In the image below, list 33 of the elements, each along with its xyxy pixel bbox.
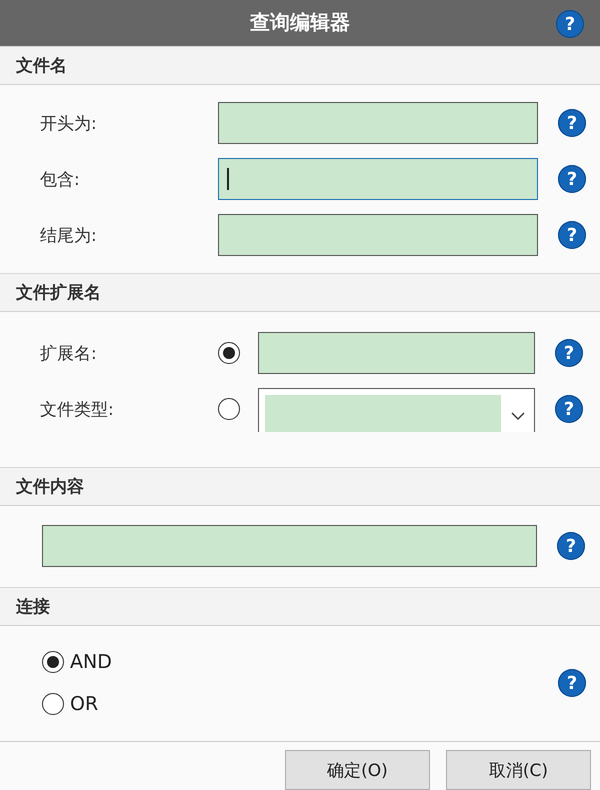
help-icon[interactable]: ? <box>558 221 586 250</box>
help-icon[interactable]: ? <box>558 165 586 194</box>
radio-option[interactable]: OR <box>42 693 544 716</box>
input-field[interactable] <box>218 158 538 200</box>
cancel-button[interactable]: 取消(C) <box>446 750 591 790</box>
help-icon[interactable]: ? <box>557 532 585 560</box>
field-label: 开头为: <box>39 112 98 135</box>
section-title: 连接 <box>16 596 50 618</box>
section-title: 文件内容 <box>16 476 84 498</box>
radio-button[interactable] <box>42 651 64 674</box>
help-icon[interactable]: ? <box>556 10 584 38</box>
chevron-down-icon <box>511 411 525 422</box>
window-title: 查询编辑器 <box>250 9 350 36</box>
section-title: 文件名 <box>16 54 67 77</box>
dropdown-field[interactable] <box>258 388 535 432</box>
radio-button[interactable] <box>218 398 240 420</box>
radio-button[interactable] <box>218 342 240 364</box>
help-icon[interactable]: ? <box>558 669 586 698</box>
radio-option[interactable]: AND <box>42 651 544 674</box>
help-icon[interactable]: ? <box>558 109 586 138</box>
input-field[interactable] <box>258 332 535 374</box>
field-label: 文件类型: <box>39 398 115 421</box>
radio-button[interactable] <box>42 693 64 716</box>
input-field[interactable] <box>218 102 538 144</box>
input-field[interactable] <box>218 214 538 256</box>
ok-button[interactable]: 确定(O) <box>285 750 430 790</box>
field-label: 包含: <box>39 168 81 191</box>
field-label: 扩展名: <box>39 342 98 365</box>
help-icon[interactable]: ? <box>555 339 583 368</box>
section-title: 文件扩展名 <box>16 282 101 304</box>
input-field[interactable] <box>42 525 537 568</box>
help-icon[interactable]: ? <box>555 395 583 424</box>
field-label: 结尾为: <box>39 224 98 247</box>
